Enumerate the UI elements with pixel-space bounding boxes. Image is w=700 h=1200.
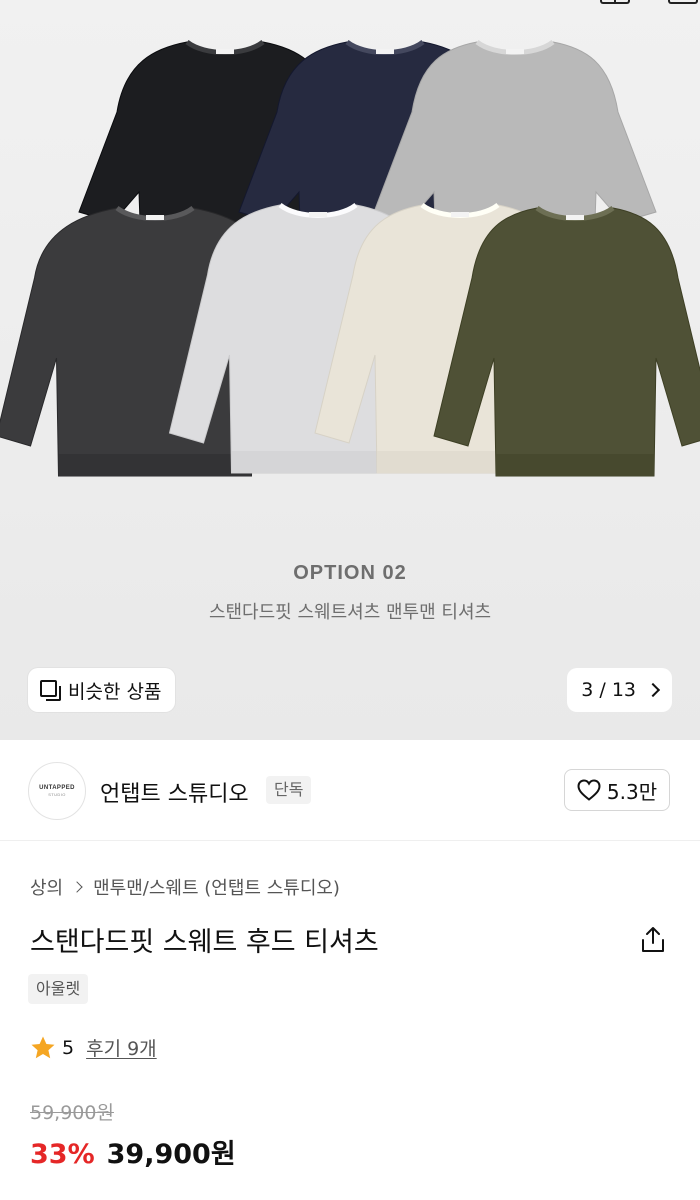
outlet-badge: 아울렛: [28, 974, 89, 1004]
discount-rate: 33%: [30, 1139, 95, 1170]
brand-logo-subtext: STUDIO: [48, 792, 66, 797]
price-row: 33% 39,900원: [30, 1132, 236, 1171]
sale-price: 39,900원: [106, 1139, 236, 1170]
exclusive-badge: 단독: [266, 776, 312, 804]
chevron-right-icon: [71, 881, 83, 893]
review-link[interactable]: 후기 9개: [86, 1034, 157, 1061]
option-title: OPTION 02: [293, 562, 407, 584]
breadcrumb: 상의 맨투맨/스웨트 (언탭트 스튜디오): [30, 874, 340, 900]
breadcrumb-item-subcategory[interactable]: 맨투맨/스웨트 (언탭트 스튜디오): [93, 874, 340, 900]
similar-products-button[interactable]: 비슷한 상품: [28, 668, 176, 712]
image-pager-button[interactable]: 3 / 13: [567, 668, 672, 712]
similar-products-label: 비슷한 상품: [68, 680, 162, 703]
brand-logo[interactable]: UNTAPPED STUDIO: [28, 762, 86, 820]
heart-icon: [577, 779, 601, 801]
original-price: 59,900원: [30, 1102, 114, 1124]
product-image-carousel[interactable]: OPTION 02 스탠다드핏 스웨트셔츠 맨투맨 티셔츠 비슷한 상품 3 /…: [0, 0, 700, 740]
brand-row: UNTAPPED STUDIO 언탭트 스튜디오 단독 5.3만: [0, 740, 700, 840]
brand-logo-text: UNTAPPED: [39, 785, 75, 791]
star-icon: [31, 1036, 55, 1058]
like-button[interactable]: 5.3만: [564, 769, 670, 811]
brand-name[interactable]: 언탭트 스튜디오: [100, 776, 249, 808]
chevron-right-icon: [645, 682, 661, 698]
like-count: 5.3만: [606, 779, 658, 804]
share-icon[interactable]: [640, 926, 666, 954]
rating-summary: 5 후기 9개: [30, 1034, 157, 1061]
divider: [0, 840, 700, 841]
image-pager-label: 3 / 13: [581, 679, 636, 701]
rating-value: 5: [62, 1036, 75, 1059]
option-subtitle: 스탠다드핏 스웨트셔츠 맨투맨 티셔츠: [208, 602, 492, 623]
product-title: 스탠다드핏 스웨트 후드 티셔츠: [30, 927, 379, 958]
breadcrumb-item-category[interactable]: 상의: [30, 874, 63, 900]
product-photo: [0, 39, 700, 477]
similar-icon: [40, 680, 61, 701]
